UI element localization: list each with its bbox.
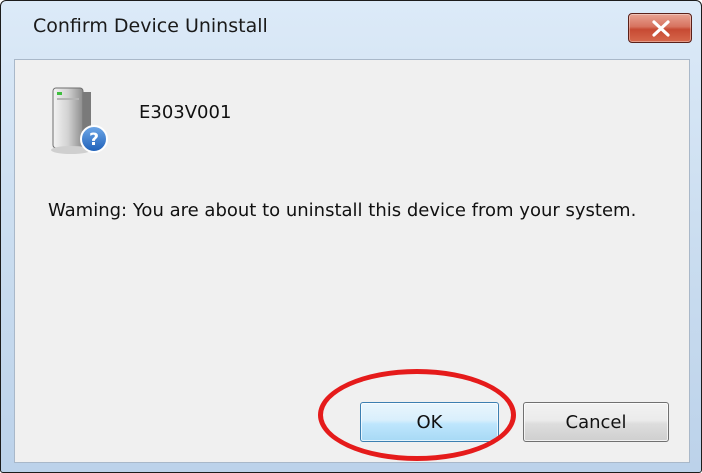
- svg-text:?: ?: [89, 130, 99, 150]
- cancel-button[interactable]: Cancel: [523, 402, 669, 442]
- ok-button[interactable]: OK: [360, 402, 499, 442]
- close-icon: [652, 20, 670, 37]
- title-bar[interactable]: Confirm Device Uninstall: [1, 1, 701, 57]
- dialog-window: Confirm Device Uninstall ? E303V001 Wami…: [0, 0, 702, 473]
- close-button[interactable]: [628, 13, 692, 43]
- window-title: Confirm Device Uninstall: [33, 15, 268, 37]
- warning-message: Waming: You are about to uninstall this …: [48, 200, 637, 221]
- dialog-body: ? E303V001 Waming: You are about to unin…: [14, 59, 690, 463]
- device-question-icon: ?: [51, 87, 108, 154]
- device-name: E303V001: [139, 102, 232, 123]
